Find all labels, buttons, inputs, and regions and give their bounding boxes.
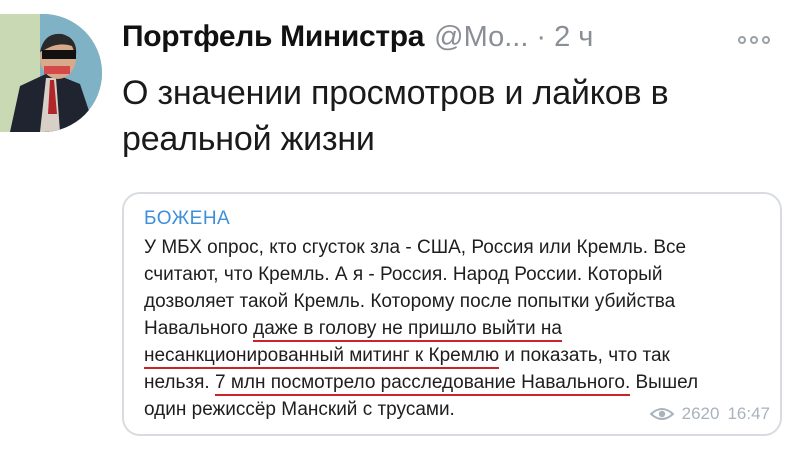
quote-line: У МБХ опрос, кто сгусток зла - США, Росс… — [144, 237, 687, 258]
quote-text: и показать, что так — [499, 345, 670, 366]
quoted-message-card[interactable]: БОЖЕНА У МБХ опрос, кто сгусток зла - СШ… — [122, 192, 782, 436]
header-separator: · — [536, 21, 547, 53]
more-dots-icon[interactable] — [738, 34, 778, 46]
quote-line: нельзя. 7 млн посмотрело расследование Н… — [144, 369, 774, 396]
more-dot — [762, 36, 770, 44]
quote-meta: 2620 16:47 — [649, 404, 770, 424]
quote-text: Навального — [144, 318, 254, 339]
tweet-header: Портфель Министра @Мо... · 2 ч — [122, 20, 593, 64]
quote-text: нельзя. — [144, 372, 215, 393]
quote-line: дозволяет такой Кремль. Которому после п… — [144, 291, 676, 312]
tweet-timestamp[interactable]: 2 ч — [554, 21, 593, 54]
underlined-text: 7 млн посмотрело расследование Навальног… — [214, 372, 631, 396]
view-count: 2620 — [681, 404, 720, 423]
quote-sender-name: БОЖЕНА — [144, 208, 231, 229]
author-avatar[interactable] — [0, 14, 102, 132]
eye-icon — [649, 407, 674, 421]
quote-line: несанкционированный митинг к Кремлю и по… — [144, 342, 774, 369]
message-time: 16:47 — [727, 404, 770, 423]
author-handle[interactable]: @Мо... — [434, 21, 528, 54]
more-dot — [738, 36, 746, 44]
more-dot — [750, 36, 758, 44]
underlined-text: даже в голову не пришло выйти на — [253, 318, 562, 342]
quote-body: У МБХ опрос, кто сгусток зла - США, Росс… — [144, 234, 774, 423]
underlined-text: несанкционированный митинг к Кремлю — [144, 345, 500, 369]
quote-text: Вышел — [630, 372, 699, 393]
quote-line: Навального даже в голову не пришло выйти… — [144, 315, 774, 342]
tweet-text-line: О значении просмотров и лайков в — [122, 74, 669, 112]
author-name[interactable]: Портфель Министра — [122, 20, 424, 54]
tweet-text-line: реальной жизни — [122, 120, 375, 158]
quote-line: считают, что Кремль. А я - Россия. Народ… — [144, 264, 663, 285]
avatar-image — [0, 14, 102, 132]
tweet-page: Портфель Министра @Мо... · 2 ч О значени… — [0, 0, 800, 463]
tweet-text: О значении просмотров и лайков в реально… — [122, 70, 762, 162]
